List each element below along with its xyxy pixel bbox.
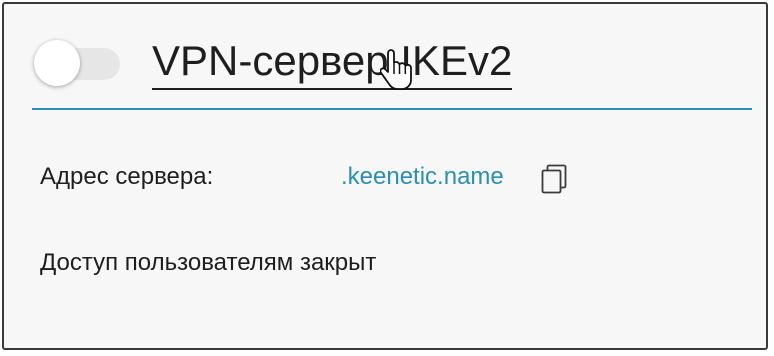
vpn-server-card: VPN-сервер IKEv2 Адрес сервера: .keeneti… — [2, 2, 768, 350]
copy-icon[interactable] — [540, 164, 568, 194]
server-address-value: .keenetic.name — [341, 163, 504, 190]
toggle-knob — [34, 40, 80, 86]
vpn-server-toggle[interactable] — [32, 38, 124, 90]
access-status-text: Доступ пользователям закрыт — [40, 249, 377, 276]
hand-pointer-icon — [380, 49, 412, 90]
page-title[interactable]: VPN-сервер IKEv2 — [152, 34, 513, 90]
server-address-label: Адрес сервера: — [40, 163, 214, 190]
